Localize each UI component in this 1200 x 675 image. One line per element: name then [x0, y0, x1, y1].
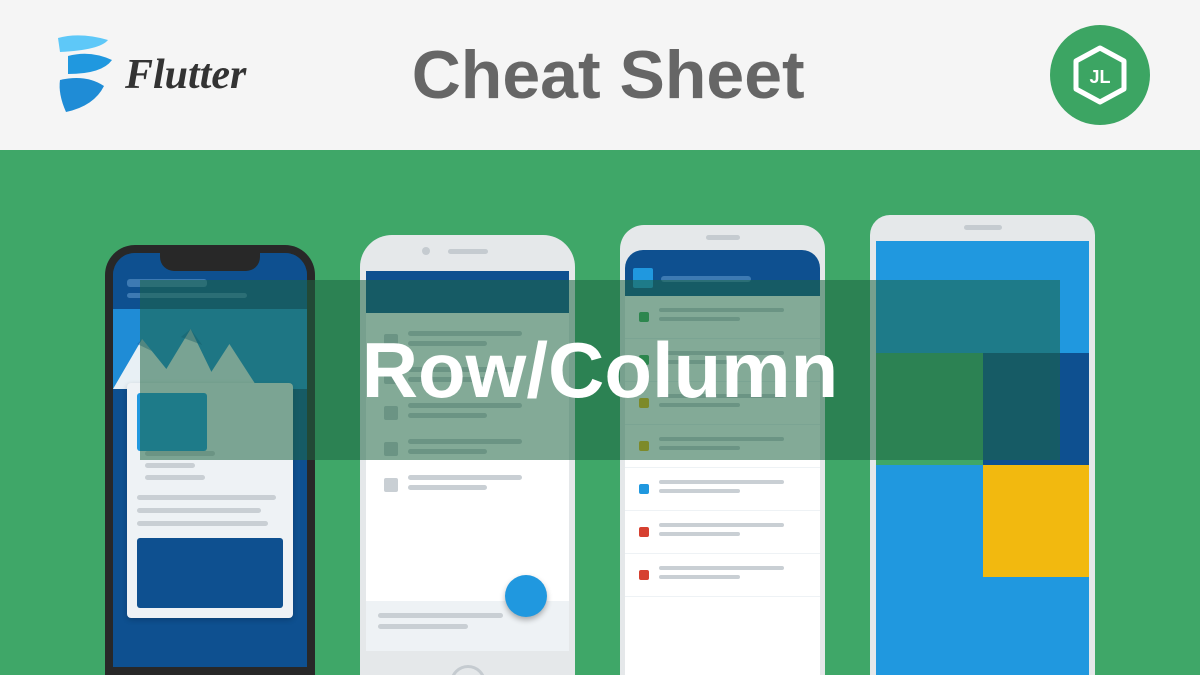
- badge-hexagon-icon: JL: [1070, 45, 1130, 105]
- header: Flutter Cheat Sheet JL: [0, 0, 1200, 150]
- phone-earpiece: [706, 235, 740, 240]
- title-overlay: Row/Column: [140, 280, 1060, 460]
- page-title: Cheat Sheet: [206, 36, 1010, 114]
- badge-text: JL: [1089, 67, 1110, 87]
- grid-cell: [876, 465, 983, 577]
- list-item: [384, 475, 551, 495]
- grid-cell: [876, 577, 983, 675]
- fab-button: [505, 575, 547, 617]
- list-item: [625, 468, 820, 511]
- phone-earpiece: [964, 225, 1002, 230]
- grid-cell: [983, 465, 1090, 577]
- card-image-block: [137, 538, 283, 608]
- list-item: [625, 554, 820, 597]
- phone-camera: [422, 247, 430, 255]
- home-button-icon: [450, 665, 486, 675]
- flutter-brush-icon: [50, 30, 120, 120]
- phone-earpiece: [448, 249, 488, 254]
- overlay-title: Row/Column: [362, 325, 839, 416]
- author-badge: JL: [1050, 25, 1150, 125]
- list-item: [625, 511, 820, 554]
- grid-cell: [983, 577, 1090, 675]
- phone-notch: [160, 253, 260, 271]
- content-area: Row/Column: [0, 150, 1200, 675]
